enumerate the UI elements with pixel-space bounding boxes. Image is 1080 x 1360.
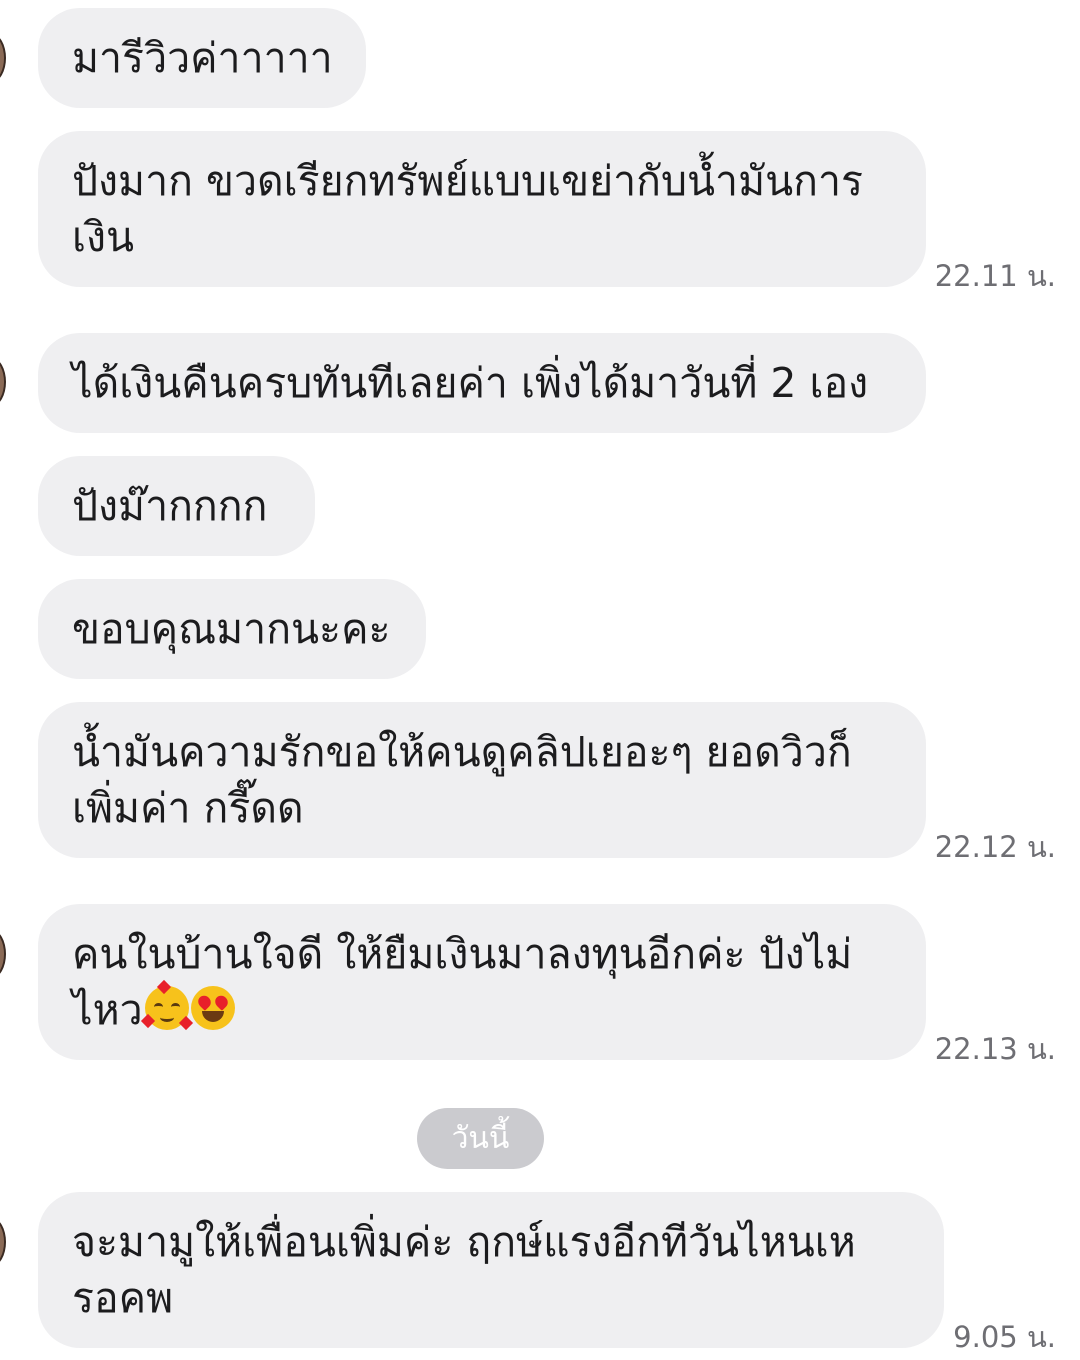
smiling-face-with-hearts-icon [140, 979, 193, 1031]
sender-avatar[interactable] [0, 930, 6, 978]
date-separator: วันนี้ [417, 1108, 544, 1169]
message-bubble[interactable]: ได้เงินคืนครบทันทีเลยค่า เพิ่งได้มาวันที… [38, 333, 926, 433]
message-bubble[interactable]: ขอบคุณมากนะคะ [38, 579, 426, 679]
message-timestamp: 22.13 น. [934, 1032, 1056, 1066]
message-text: ปังมาก ขวดเรียกทรัพย์แบบเขย่ากับน้ำมันกา… [72, 157, 863, 261]
message-text: มารีวิวค่าาาาา [72, 34, 333, 82]
message-text: ขอบคุณมากนะคะ [72, 605, 391, 653]
heart-eyes-icon [190, 986, 235, 1030]
message-bubble[interactable]: จะมามูให้เพื่อนเพิ่มค่ะ ฤกษ์แรงอีกทีวันไ… [38, 1192, 944, 1348]
sender-avatar[interactable] [0, 1218, 6, 1266]
message-text: ปังม๊ากกกก [72, 482, 268, 530]
message-bubble[interactable]: มารีวิวค่าาาาา [38, 8, 366, 108]
message-text: ได้เงินคืนครบทันทีเลยค่า เพิ่งได้มาวันที… [72, 359, 869, 407]
message-text: จะมามูให้เพื่อนเพิ่มค่ะ ฤกษ์แรงอีกทีวันไ… [72, 1218, 856, 1322]
message-timestamp: 9.05 น. [953, 1320, 1056, 1354]
message-bubble[interactable]: ปังมาก ขวดเรียกทรัพย์แบบเขย่ากับน้ำมันกา… [38, 131, 926, 287]
message-bubble[interactable]: คนในบ้านใจดี ให้ยืมเงินมาลงทุนอีกค่ะ ปัง… [38, 904, 926, 1060]
sender-avatar[interactable] [0, 34, 6, 82]
sender-avatar[interactable] [0, 358, 6, 406]
message-text-container: คนในบ้านใจดี ให้ยืมเงินมาลงทุนอีกค่ะ ปัง… [72, 926, 892, 1038]
message-bubble[interactable]: น้ำมันความรักขอให้คนดูคลิปเยอะๆ ยอดวิวก็… [38, 702, 926, 858]
message-bubble[interactable]: ปังม๊ากกกก [38, 456, 315, 556]
message-timestamp: 22.12 น. [934, 830, 1056, 864]
message-timestamp: 22.11 น. [934, 259, 1056, 293]
message-text: น้ำมันความรักขอให้คนดูคลิปเยอะๆ ยอดวิวก็… [72, 728, 852, 832]
